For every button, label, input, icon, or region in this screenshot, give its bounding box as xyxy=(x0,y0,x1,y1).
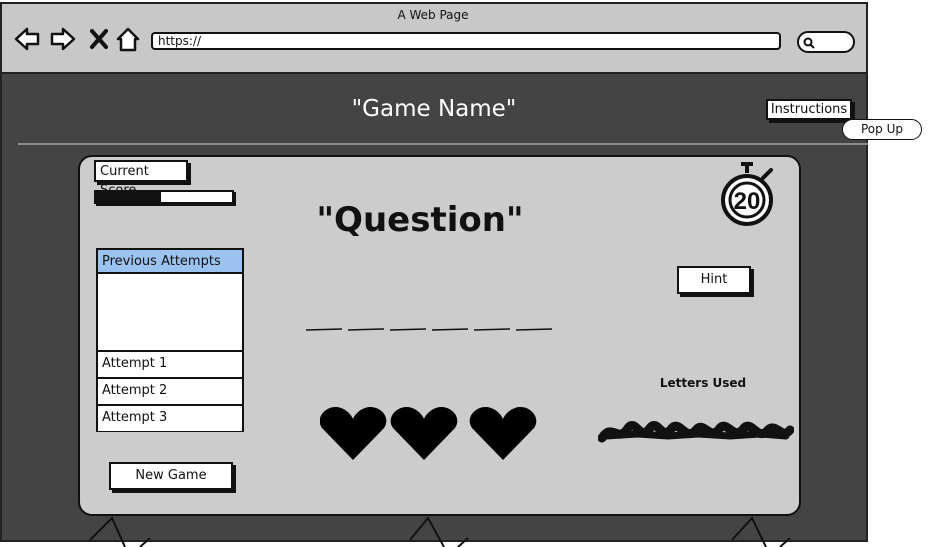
answer-blank xyxy=(389,328,427,331)
back-arrow-icon[interactable] xyxy=(14,24,40,54)
home-icon[interactable] xyxy=(115,24,141,54)
search-icon xyxy=(803,37,815,49)
answer-blank xyxy=(306,328,343,331)
new-game-button[interactable]: New Game xyxy=(109,462,233,490)
attempt-item[interactable]: Attempt 2 xyxy=(98,377,242,404)
popup-callout: Pop Up xyxy=(842,119,922,140)
answer-blank xyxy=(347,328,385,331)
previous-attempts-header: Previous Attempts xyxy=(98,250,242,274)
game-title: "Game Name" xyxy=(351,96,517,122)
question-text: "Question" xyxy=(316,200,524,240)
previous-attempts-list: Previous Attempts Attempt 1 Attempt 2 At… xyxy=(96,248,244,432)
lives-hearts xyxy=(320,406,537,460)
heart-icon xyxy=(390,406,458,460)
letters-used-label: Letters Used xyxy=(659,376,747,390)
score-progress-bar xyxy=(94,190,234,204)
address-bar[interactable]: https:// xyxy=(151,32,781,50)
hint-button[interactable]: Hint xyxy=(677,266,751,294)
search-box[interactable] xyxy=(797,31,855,53)
current-score-label: Current Score xyxy=(94,160,188,198)
score-progress-fill xyxy=(96,192,162,202)
letters-used-scribble xyxy=(598,421,794,443)
heart-icon xyxy=(469,406,537,460)
window-title: A Web Page xyxy=(397,8,469,22)
forward-arrow-icon[interactable] xyxy=(50,24,76,54)
header-divider xyxy=(18,143,868,145)
answer-blank xyxy=(473,328,511,331)
close-x-icon[interactable] xyxy=(88,24,110,54)
instructions-button[interactable]: Instructions xyxy=(766,99,852,120)
heart-icon xyxy=(320,406,387,460)
stopwatch-icon: 20 xyxy=(721,162,773,226)
attempt-item[interactable]: Attempt 3 xyxy=(98,404,242,431)
attempt-item[interactable]: Attempt 1 xyxy=(98,350,242,377)
timer-value: 20 xyxy=(734,188,761,215)
answer-blank xyxy=(431,328,469,331)
answer-blank xyxy=(515,328,552,331)
answer-blanks xyxy=(306,328,552,331)
torn-bottom-edge xyxy=(89,516,791,547)
